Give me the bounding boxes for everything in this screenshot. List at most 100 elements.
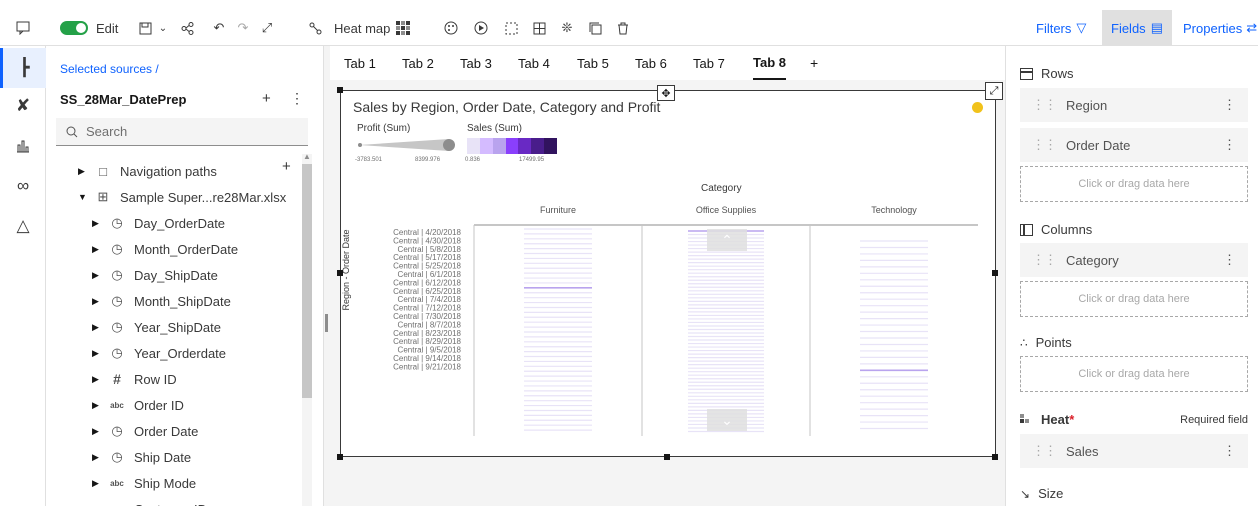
rows-drop-zone[interactable]: Click or drag data here — [1020, 166, 1248, 202]
source-item[interactable]: ▶ # Row ID — [92, 366, 177, 392]
points-drop-zone[interactable]: Click or drag data here — [1020, 356, 1248, 392]
expand-caret-icon[interactable]: ▶ — [92, 426, 106, 437]
source-item[interactable]: ▶ abc Ship Mode — [92, 470, 196, 496]
heatmap-button[interactable]: Heat map — [334, 10, 416, 46]
expand-caret-open-icon[interactable]: ▼ — [78, 192, 92, 202]
app-window: Edit ⌄ ↶ ↷ ⤢ Heat map ❊ Filters ▽ Fields… — [0, 0, 1258, 506]
tab-2[interactable]: Tab 2 — [402, 46, 434, 80]
columns-icon — [1020, 223, 1033, 236]
expand-caret-icon[interactable]: ▶ — [92, 400, 106, 411]
connection-icon[interactable] — [304, 10, 326, 46]
pin-icon[interactable]: ❊ — [556, 10, 578, 46]
resize-handle-l[interactable] — [337, 270, 343, 276]
copy-icon[interactable] — [584, 10, 606, 46]
drag-handle-icon[interactable]: ⋮⋮ — [1032, 252, 1057, 268]
tab-1[interactable]: Tab 1 — [344, 46, 376, 80]
overflow-menu-icon[interactable]: ⋮ — [1223, 137, 1236, 153]
source-item-label: Day_ShipDate — [134, 267, 218, 283]
scroll-up-button[interactable]: ⌃ — [707, 229, 747, 251]
source-item[interactable]: ▶ ◷ Month_OrderDate — [92, 236, 238, 262]
tab-4[interactable]: Tab 4 — [518, 46, 550, 80]
save-icon[interactable] — [134, 10, 156, 46]
scroll-down-button[interactable]: ⌄ — [707, 409, 747, 431]
properties-tab[interactable]: Properties ⇄ — [1183, 10, 1257, 46]
move-handle-icon[interactable]: ✥ — [657, 85, 675, 101]
rows-field-order-date[interactable]: ⋮⋮ Order Date ⋮ — [1020, 128, 1248, 162]
tab-8[interactable]: Tab 8 — [753, 46, 786, 80]
columns-drop-zone[interactable]: Click or drag data here — [1020, 281, 1248, 317]
resize-handle-bl[interactable] — [337, 454, 343, 460]
source-item[interactable]: ▶ ◷ Month_ShipDate — [92, 288, 231, 314]
source-item-label: Month_OrderDate — [134, 241, 239, 257]
source-item[interactable]: ▶ ◷ Day_OrderDate — [92, 210, 225, 236]
expand-caret-icon[interactable]: ▶ — [92, 452, 106, 463]
data-tree-icon[interactable]: ┣ — [0, 48, 46, 88]
pin-panel-icon[interactable]: ✘ — [0, 86, 46, 126]
tab-bar: Tab 1 Tab 2 Tab 3 Tab 4 Tab 5 Tab 6 Tab 7 Tab 8… — [330, 46, 1005, 80]
expand-icon[interactable]: ⤢ — [256, 10, 278, 46]
source-item[interactable]: ▶ ◷ Order Date — [92, 418, 198, 444]
source-item[interactable]: ▶ ◷ Ship Date — [92, 444, 191, 470]
add-tab-button[interactable]: + — [810, 46, 818, 80]
drag-handle-icon[interactable]: ⋮⋮ — [1032, 137, 1057, 153]
resize-handle-tl[interactable] — [337, 87, 343, 93]
columns-field-category[interactable]: ⋮⋮ Category ⋮ — [1020, 243, 1248, 277]
drag-handle-icon[interactable]: ⋮⋮ — [1032, 97, 1057, 113]
scroll-up-icon[interactable]: ▲ — [303, 152, 311, 161]
undo-icon[interactable]: ↶ — [208, 10, 230, 46]
source-item[interactable]: ▶ abc Order ID — [92, 392, 184, 418]
source-item[interactable]: ▶ ◷ Year_Orderdate — [92, 340, 226, 366]
expand-caret-icon[interactable]: ▶ — [92, 244, 106, 255]
resize-handle-r[interactable] — [992, 270, 998, 276]
fields-tab[interactable]: Fields ▤ — [1102, 10, 1172, 46]
visualization-widget[interactable]: Sales by Region, Order Date, Category an… — [340, 82, 1003, 457]
tab-3[interactable]: Tab 3 — [460, 46, 492, 80]
expand-caret-icon[interactable]: ▶ — [92, 270, 106, 281]
drag-handle-icon[interactable]: ⋮⋮ — [1032, 443, 1057, 459]
splitter-handle[interactable] — [325, 314, 328, 332]
source-item[interactable]: ▶ ◷ Day_ShipDate — [92, 262, 218, 288]
redo-icon[interactable]: ↷ — [232, 10, 254, 46]
maximize-icon[interactable]: ⤢ — [985, 82, 1003, 100]
heat-field-sales[interactable]: ⋮⋮ Sales ⋮ — [1020, 434, 1248, 468]
share-icon[interactable] — [176, 10, 198, 46]
source-item[interactable]: ▶abcCustomer ID — [92, 496, 207, 506]
expand-caret-icon[interactable]: ▶ — [92, 322, 106, 333]
palette-icon[interactable] — [440, 10, 462, 46]
tab-6[interactable]: Tab 6 — [635, 46, 667, 80]
animation-icon[interactable] — [470, 10, 492, 46]
expand-caret-icon[interactable]: ▶ — [78, 166, 92, 177]
overflow-menu-icon[interactable]: ⋮ — [1223, 443, 1236, 459]
trash-icon[interactable] — [612, 10, 634, 46]
chevron-down-icon[interactable]: ⌄ — [154, 10, 172, 46]
field-label: Category — [1066, 252, 1119, 268]
comment-icon[interactable] — [0, 10, 46, 46]
rows-field-region[interactable]: ⋮⋮ Region ⋮ — [1020, 88, 1248, 122]
visualizations-icon[interactable] — [0, 126, 46, 166]
edit-toggle[interactable]: Edit — [60, 10, 132, 46]
assistant-icon[interactable]: ∞ — [0, 166, 46, 206]
splitter[interactable] — [324, 46, 330, 506]
filters-tab[interactable]: Filters ▽ — [1036, 10, 1086, 46]
expand-caret-icon[interactable]: ▶ — [92, 348, 106, 359]
grid-icon[interactable] — [528, 10, 550, 46]
scrollbar-thumb[interactable] — [302, 164, 312, 398]
expand-caret-icon[interactable]: ▶ — [92, 296, 106, 307]
tab-7[interactable]: Tab 7 — [693, 46, 725, 80]
source-item[interactable]: ▶ □ Navigation paths — [78, 158, 217, 184]
expand-caret-icon[interactable]: ▶ — [92, 374, 106, 385]
tab-5[interactable]: Tab 5 — [577, 46, 609, 80]
select-icon[interactable] — [500, 10, 522, 46]
shapes-icon[interactable]: △ — [0, 206, 46, 246]
source-item[interactable]: ▶ ◷ Year_ShipDate — [92, 314, 221, 340]
overflow-menu-icon[interactable]: ⋮ — [1223, 97, 1236, 113]
resize-handle-b[interactable] — [664, 454, 670, 460]
expand-caret-icon[interactable]: ▶ — [92, 478, 106, 489]
source-item[interactable]: ▼ ⊞ Sample Super...re28Mar.xlsx — [78, 184, 286, 210]
toggle-switch[interactable] — [60, 21, 88, 35]
expand-caret-icon[interactable]: ▶ — [92, 218, 106, 229]
points-icon: ∴ — [1020, 335, 1028, 350]
resize-handle-br[interactable] — [992, 454, 998, 460]
overflow-menu-icon[interactable]: ⋮ — [1223, 252, 1236, 268]
rows-label: Rows — [1041, 66, 1074, 81]
